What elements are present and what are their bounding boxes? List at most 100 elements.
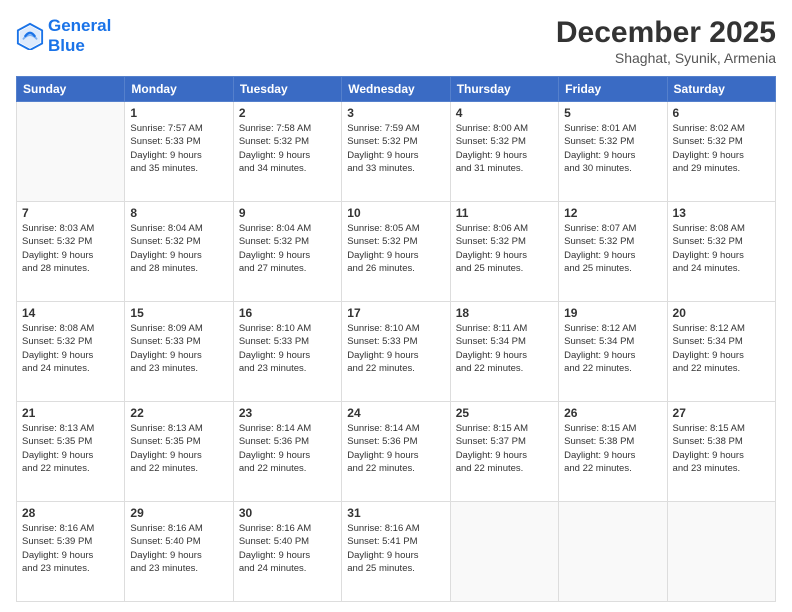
day-info: Sunrise: 8:08 AM Sunset: 5:32 PM Dayligh… [673,222,770,275]
day-info: Sunrise: 7:58 AM Sunset: 5:32 PM Dayligh… [239,122,336,175]
calendar-day: 22 Sunrise: 8:13 AM Sunset: 5:35 PM Dayli… [125,402,233,502]
day-info: Sunrise: 8:13 AM Sunset: 5:35 PM Dayligh… [130,422,227,475]
day-number: 11 [456,206,553,220]
day-number: 30 [239,506,336,520]
calendar-day: 6 Sunrise: 8:02 AM Sunset: 5:32 PM Daylig… [667,102,775,202]
day-number: 14 [22,306,119,320]
calendar-day: 29 Sunrise: 8:16 AM Sunset: 5:40 PM Dayli… [125,502,233,602]
day-info: Sunrise: 8:05 AM Sunset: 5:32 PM Dayligh… [347,222,444,275]
calendar-week-5: 28Sunrise: 8:16 AM Sunset: 5:39 PM Dayli… [17,502,776,602]
calendar-day: 7Sunrise: 8:03 AM Sunset: 5:32 PM Daylig… [17,202,125,302]
calendar-day: 17Sunrise: 8:10 AM Sunset: 5:33 PM Dayli… [342,302,450,402]
day-info: Sunrise: 8:11 AM Sunset: 5:34 PM Dayligh… [456,322,553,375]
page: General Blue December 2025 Shaghat, Syun… [0,0,792,612]
day-info: Sunrise: 8:08 AM Sunset: 5:32 PM Dayligh… [22,322,119,375]
main-title: December 2025 [556,16,776,50]
calendar-week-3: 14 Sunrise: 8:08 AM Sunset: 5:32 PM Dayli… [17,302,776,402]
logo-blue-span: General [48,16,111,35]
col-saturday: Saturday [667,77,775,102]
calendar-day: 15Sunrise: 8:09 AM Sunset: 5:33 PM Dayli… [125,302,233,402]
day-number: 19 [564,306,661,320]
day-number: 27 [673,406,770,420]
day-number: 31 [347,506,444,520]
calendar-day: 1 Sunrise: 7:57 AM Sunset: 5:33 PM Daylig… [125,102,233,202]
day-info: Sunrise: 8:15 AM Sunset: 5:37 PM Dayligh… [456,422,553,475]
title-block: December 2025 Shaghat, Syunik, Armenia [556,16,776,66]
day-info: Sunrise: 8:16 AM Sunset: 5:41 PM Dayligh… [347,522,444,575]
day-number: 29 [130,506,227,520]
calendar-day: 24Sunrise: 8:14 AM Sunset: 5:36 PM Dayli… [342,402,450,502]
day-number: 5 [564,106,661,120]
day-info: Sunrise: 8:12 AM Sunset: 5:34 PM Dayligh… [564,322,661,375]
calendar-day [559,502,667,602]
day-number: 8 [130,206,227,220]
day-info: Sunrise: 7:57 AM Sunset: 5:33 PM Dayligh… [130,122,227,175]
calendar-week-4: 21Sunrise: 8:13 AM Sunset: 5:35 PM Dayli… [17,402,776,502]
calendar-day: 12Sunrise: 8:07 AM Sunset: 5:32 PM Dayli… [559,202,667,302]
logo-text-block: General Blue [48,16,111,55]
calendar-day: 11 Sunrise: 8:06 AM Sunset: 5:32 PM Dayli… [450,202,558,302]
calendar-day: 10 Sunrise: 8:05 AM Sunset: 5:32 PM Dayli… [342,202,450,302]
calendar-day [667,502,775,602]
calendar-day: 30 Sunrise: 8:16 AM Sunset: 5:40 PM Dayli… [233,502,341,602]
col-tuesday: Tuesday [233,77,341,102]
day-info: Sunrise: 8:15 AM Sunset: 5:38 PM Dayligh… [564,422,661,475]
calendar-day: 25 Sunrise: 8:15 AM Sunset: 5:37 PM Dayli… [450,402,558,502]
day-number: 12 [564,206,661,220]
day-info: Sunrise: 8:13 AM Sunset: 5:35 PM Dayligh… [22,422,119,475]
calendar-day: 28Sunrise: 8:16 AM Sunset: 5:39 PM Dayli… [17,502,125,602]
col-thursday: Thursday [450,77,558,102]
calendar-day: 20 Sunrise: 8:12 AM Sunset: 5:34 PM Dayli… [667,302,775,402]
day-number: 9 [239,206,336,220]
calendar-day: 3 Sunrise: 7:59 AM Sunset: 5:32 PM Daylig… [342,102,450,202]
day-info: Sunrise: 8:02 AM Sunset: 5:32 PM Dayligh… [673,122,770,175]
logo-icon [16,22,44,50]
calendar-day: 19 Sunrise: 8:12 AM Sunset: 5:34 PM Dayli… [559,302,667,402]
day-info: Sunrise: 8:10 AM Sunset: 5:33 PM Dayligh… [347,322,444,375]
calendar-week-2: 7Sunrise: 8:03 AM Sunset: 5:32 PM Daylig… [17,202,776,302]
day-info: Sunrise: 7:59 AM Sunset: 5:32 PM Dayligh… [347,122,444,175]
day-number: 26 [564,406,661,420]
day-number: 1 [130,106,227,120]
calendar-day: 4 Sunrise: 8:00 AM Sunset: 5:32 PM Daylig… [450,102,558,202]
day-number: 3 [347,106,444,120]
day-number: 18 [456,306,553,320]
day-info: Sunrise: 8:14 AM Sunset: 5:36 PM Dayligh… [239,422,336,475]
day-number: 10 [347,206,444,220]
logo-line1: General [48,16,111,36]
day-info: Sunrise: 8:14 AM Sunset: 5:36 PM Dayligh… [347,422,444,475]
calendar-day: 9Sunrise: 8:04 AM Sunset: 5:32 PM Daylig… [233,202,341,302]
day-info: Sunrise: 8:06 AM Sunset: 5:32 PM Dayligh… [456,222,553,275]
day-number: 23 [239,406,336,420]
day-info: Sunrise: 8:01 AM Sunset: 5:32 PM Dayligh… [564,122,661,175]
day-info: Sunrise: 8:12 AM Sunset: 5:34 PM Dayligh… [673,322,770,375]
day-info: Sunrise: 8:10 AM Sunset: 5:33 PM Dayligh… [239,322,336,375]
calendar-day: 8Sunrise: 8:04 AM Sunset: 5:32 PM Daylig… [125,202,233,302]
col-wednesday: Wednesday [342,77,450,102]
day-number: 25 [456,406,553,420]
day-info: Sunrise: 8:16 AM Sunset: 5:40 PM Dayligh… [239,522,336,575]
day-info: Sunrise: 8:15 AM Sunset: 5:38 PM Dayligh… [673,422,770,475]
day-info: Sunrise: 8:16 AM Sunset: 5:40 PM Dayligh… [130,522,227,575]
calendar-day: 27 Sunrise: 8:15 AM Sunset: 5:38 PM Dayli… [667,402,775,502]
calendar-day [17,102,125,202]
col-monday: Monday [125,77,233,102]
day-number: 4 [456,106,553,120]
logo-line2: Blue [48,36,111,56]
calendar-day: 26 Sunrise: 8:15 AM Sunset: 5:38 PM Dayli… [559,402,667,502]
header: General Blue December 2025 Shaghat, Syun… [16,16,776,66]
day-number: 15 [130,306,227,320]
day-number: 6 [673,106,770,120]
calendar-day [450,502,558,602]
subtitle: Shaghat, Syunik, Armenia [556,50,776,66]
day-number: 2 [239,106,336,120]
calendar-header-row: Sunday Monday Tuesday Wednesday Thursday… [17,77,776,102]
day-number: 20 [673,306,770,320]
day-number: 16 [239,306,336,320]
calendar-day: 14 Sunrise: 8:08 AM Sunset: 5:32 PM Dayli… [17,302,125,402]
logo: General Blue [16,16,111,55]
calendar-table: Sunday Monday Tuesday Wednesday Thursday… [16,76,776,602]
calendar-day: 13Sunrise: 8:08 AM Sunset: 5:32 PM Dayli… [667,202,775,302]
day-number: 22 [130,406,227,420]
day-info: Sunrise: 8:00 AM Sunset: 5:32 PM Dayligh… [456,122,553,175]
